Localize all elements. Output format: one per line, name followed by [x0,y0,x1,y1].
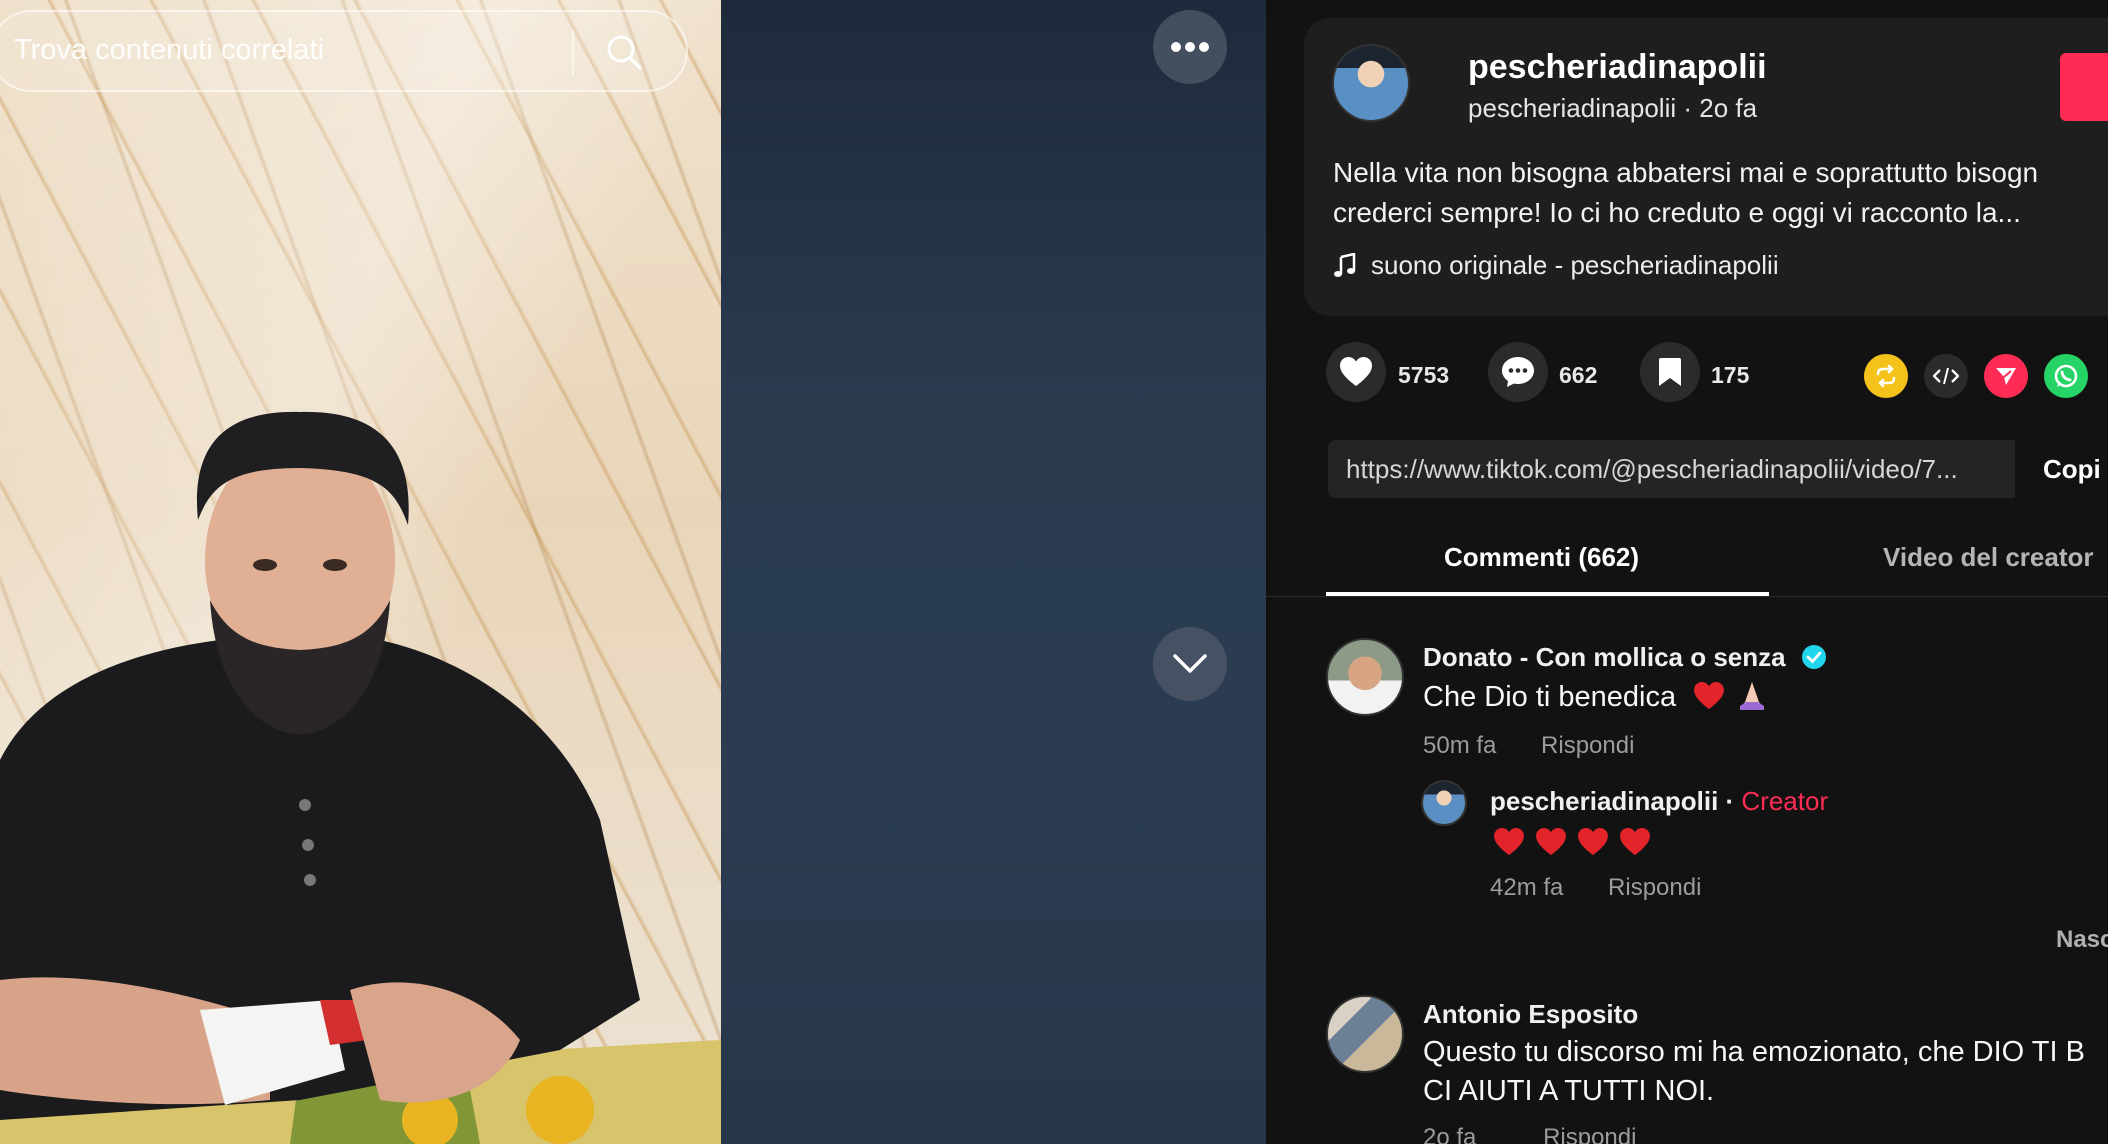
bookmark-icon [1659,358,1681,386]
comment-author[interactable]: Donato - Con mollica o senza [1423,642,1827,673]
reply-text [1494,828,1650,856]
repost-button[interactable] [1864,354,1908,398]
comment-author-name: Donato - Con mollica o senza [1423,642,1786,672]
music-title: suono originale - pescheriadinapolii [1371,250,1779,280]
save-count: 175 [1711,362,1750,388]
copy-link-button[interactable]: Copi [2015,440,2108,498]
chevron-down-icon [1173,654,1207,673]
ellipsis-icon [1171,42,1209,52]
whatsapp-share-button[interactable] [2044,354,2088,398]
post-time: 2o fa [1699,93,1758,123]
follow-button[interactable]: Se [2060,53,2108,121]
author-handle: pescheriadinapolii [1468,93,1677,123]
panel-tabs: Commenti (662) Video del creator [1266,530,2108,597]
post-description[interactable]: Nella vita non bisogna abbatersi mai e s… [1333,153,2108,233]
creator-badge: Creator [1741,786,1829,816]
description-line-2: crederci sempre! Io ci ho creduto e oggi… [1333,197,2021,228]
comment-author[interactable]: Antonio Esposito [1423,999,1638,1030]
red-heart-emoji-icon [1694,682,1725,710]
tab-creator-videos[interactable]: Video del creator [1883,542,2094,573]
like-count: 5753 [1398,362,1450,388]
reply-author-name: pescheriadinapolii [1490,786,1719,816]
paper-plane-icon [1996,368,2016,385]
author-subline: pescheriadinapolii · 2o fa [1468,93,1757,124]
video-person-image [0,411,721,1144]
embed-button[interactable] [1924,354,1968,398]
action-bar: 5753 662 175 [1266,342,2108,412]
share-url[interactable]: https://www.tiktok.com/@pescheriadinapol… [1346,454,1958,485]
video-frame[interactable]: Trova contenuti correlati [0,0,721,1144]
comment-text-line-1: Questo tu discorso mi ha emozionato, che… [1423,1036,2085,1068]
red-heart-emoji-icon [1494,828,1524,856]
video-side-panel [721,0,1266,1144]
commenter-avatar[interactable] [1326,638,1404,716]
like-button[interactable] [1326,342,1386,402]
search-icon[interactable] [604,32,644,72]
commenter-avatar[interactable] [1326,995,1404,1073]
red-heart-emoji-icon [1578,828,1608,856]
comment-meta: 50m fa Rispondi [1423,732,1634,760]
verified-badge-icon [1801,645,1826,669]
more-options-button[interactable] [1153,10,1227,84]
subline-separator: · [1676,93,1700,123]
hide-replies-button[interactable]: Nasc [2056,926,2108,954]
post-info-card: pescheriadinapolii pescheriadinapolii · … [1304,18,2108,316]
author-username[interactable]: pescheriadinapolii [1468,48,1767,87]
copy-link-label: Copi [2043,454,2101,484]
reply-author-avatar[interactable] [1421,780,1467,826]
reply-meta: 42m fa Rispondi [1490,874,1701,902]
save-button[interactable] [1640,342,1700,402]
comment-text-body: Che Dio ti benedica [1423,681,1677,713]
comment-time: 50m fa [1423,732,1497,759]
send-to-friend-button[interactable] [1984,354,2028,398]
comment-count: 662 [1559,362,1598,388]
comment-icon [1502,357,1534,387]
music-link[interactable]: suono originale - pescheriadinapolii [1333,250,1779,281]
reply-author[interactable]: pescheriadinapolii · Creator [1490,786,1828,817]
share-link-row: https://www.tiktok.com/@pescheriadinapol… [1328,440,2108,498]
tab-comments[interactable]: Commenti (662) [1444,542,1639,573]
comment-text-line-2: CI AIUTI A TUTTI NOI. [1423,1075,1715,1107]
details-panel: pescheriadinapolii pescheriadinapolii · … [1266,0,2108,1144]
comment-time: 2o fa [1423,1124,1477,1144]
reply-link[interactable]: Rispondi [1608,874,1701,901]
repost-icon [1876,364,1896,388]
search-placeholder: Trova contenuti correlati [14,34,325,66]
description-line-1: Nella vita non bisogna abbatersi mai e s… [1333,157,2039,188]
reply-link[interactable]: Rispondi [1541,732,1634,759]
search-divider [572,30,574,76]
music-note-icon [1334,252,1356,277]
reply-separator: · [1718,786,1742,816]
code-icon [1933,367,1959,385]
active-tab-indicator [1326,592,1769,596]
search-bar[interactable]: Trova contenuti correlati [0,10,688,92]
whatsapp-icon [2054,364,2078,388]
comment-button[interactable] [1488,342,1548,402]
reply-time: 42m fa [1490,874,1564,901]
heart-icon [1340,357,1372,386]
red-heart-emoji-icon [1620,828,1650,856]
reply-link[interactable]: Rispondi [1543,1124,1636,1144]
comment-meta: 2o fa Rispondi [1423,1124,1636,1144]
author-avatar[interactable] [1332,44,1410,122]
next-video-button[interactable] [1153,627,1227,701]
praying-hands-emoji-icon [1740,682,1765,710]
comment-text: Che Dio ti benedica [1423,680,1768,714]
red-heart-emoji-icon [1536,828,1566,856]
